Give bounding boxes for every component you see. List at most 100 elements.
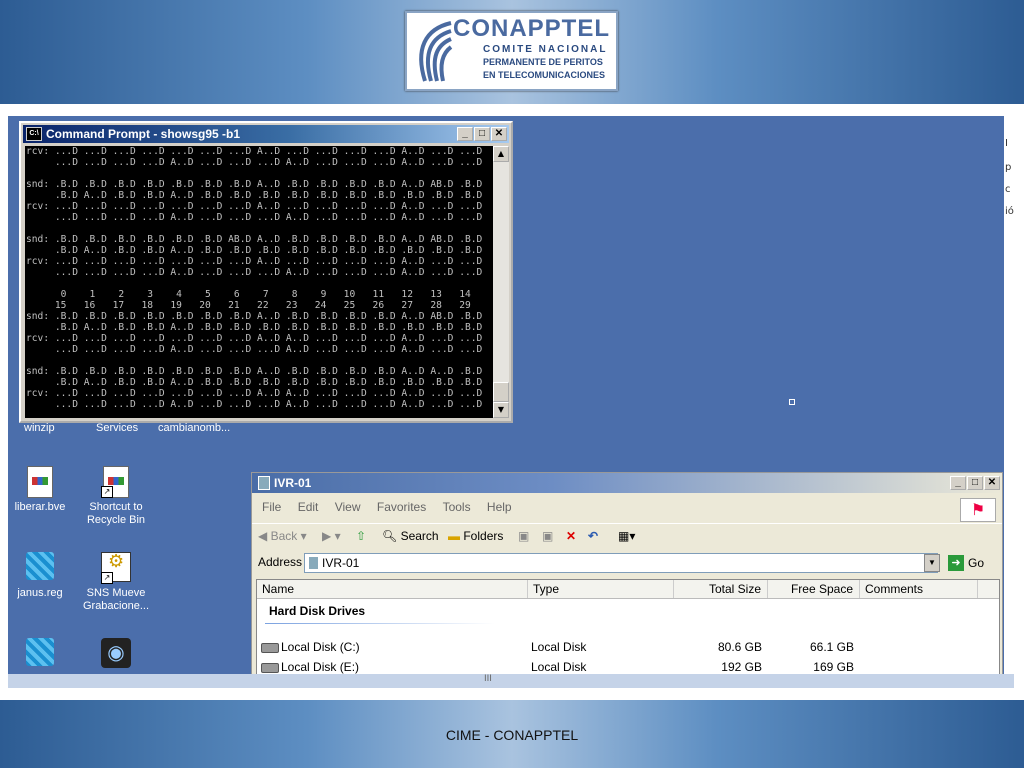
- minimize-button[interactable]: _: [457, 127, 473, 141]
- cmd-title-bar[interactable]: C:\ Command Prompt - showsg95 -b1 _ □ ✕: [23, 125, 509, 143]
- copy-to-icon[interactable]: ▣: [542, 527, 553, 545]
- menu-favorites[interactable]: Favorites: [377, 497, 426, 517]
- icon-label-line1: SNS Mueve: [86, 587, 146, 599]
- search-icon: 🔍︎: [382, 529, 398, 543]
- menu-bar: File Edit View Favorites Tools Help: [252, 497, 1002, 517]
- up-folder-icon[interactable]: ⇧: [356, 527, 366, 545]
- logo-title: CONAPPTEL: [453, 15, 611, 42]
- computer-icon: [309, 557, 318, 569]
- explorer-window[interactable]: IVR-01 _ □ ✕ File Edit View Favorites Tool…: [251, 472, 1003, 684]
- maximize-button[interactable]: □: [474, 127, 490, 141]
- go-button[interactable]: ➜ Go: [946, 553, 986, 573]
- desktop-cursor-mark: [789, 399, 795, 405]
- cmd-scrollbar[interactable]: ▲ ▼: [493, 146, 509, 418]
- drive-total-size: 80.6 GB: [717, 640, 762, 654]
- delete-icon[interactable]: ✕: [566, 527, 576, 545]
- list-header: Name Type Total Size Free Space Comments: [257, 580, 999, 599]
- desktop-icon-registry-2[interactable]: [8, 638, 80, 673]
- drive-name: Local Disk (C:): [281, 640, 360, 654]
- icon-label: liberar.bve: [14, 501, 66, 513]
- computer-icon: [258, 476, 270, 490]
- explorer-title-bar[interactable]: IVR-01 _ □ ✕: [252, 473, 1002, 493]
- command-prompt-window[interactable]: C:\ Command Prompt - showsg95 -b1 _ □ ✕ rcv…: [19, 121, 513, 423]
- views-icon[interactable]: ▦▾: [618, 527, 635, 545]
- drive-name: Local Disk (E:): [281, 660, 360, 674]
- logo-line-2: PERMANENTE DE PERITOS: [483, 57, 603, 67]
- registry-cube-icon: [25, 552, 55, 584]
- scroll-up-button[interactable]: ▲: [493, 146, 509, 162]
- folders-button[interactable]: ▬ Folders: [448, 527, 503, 545]
- menu-file[interactable]: File: [262, 497, 281, 517]
- shortcut-document-icon: ↗: [101, 466, 131, 498]
- logo-line-1: COMITE NACIONAL: [483, 44, 608, 55]
- logo-line-3: EN TELECOMUNICACIONES: [483, 70, 606, 80]
- horizontal-scrollbar[interactable]: III: [8, 674, 1014, 688]
- drive-list[interactable]: Name Type Total Size Free Space Comments…: [256, 579, 1000, 683]
- menu-edit[interactable]: Edit: [298, 497, 319, 517]
- group-divider: [265, 623, 495, 624]
- address-bar: Address IVR-01 ▼ ➜ Go: [252, 551, 1002, 575]
- explorer-window-controls: _ □ ✕: [949, 476, 1000, 490]
- cmd-window-controls: _ □ ✕: [456, 127, 507, 141]
- column-total-size[interactable]: Total Size: [674, 580, 768, 598]
- desktop-label-winzip[interactable]: winzip: [24, 422, 55, 434]
- column-free-space[interactable]: Free Space: [768, 580, 860, 598]
- go-label: Go: [968, 556, 985, 570]
- back-arrow-icon: ◀: [258, 529, 268, 543]
- forward-button[interactable]: ▶ ▾: [322, 527, 341, 545]
- search-button[interactable]: 🔍︎ Search: [382, 527, 439, 545]
- address-label: Address: [258, 555, 303, 569]
- search-label: Search: [400, 529, 439, 543]
- column-name[interactable]: Name: [257, 580, 528, 598]
- desktop-icon-liberar[interactable]: liberar.bve: [8, 466, 80, 514]
- scroll-down-button[interactable]: ▼: [493, 402, 509, 418]
- back-button[interactable]: ◀ Back ▾: [258, 527, 307, 545]
- column-type[interactable]: Type: [528, 580, 674, 598]
- back-label: Back: [270, 529, 298, 543]
- drive-type: Local Disk: [531, 640, 587, 654]
- footer-title: CIME - CONAPPTEL: [445, 727, 579, 743]
- menu-view[interactable]: View: [335, 497, 361, 517]
- cmd-output[interactable]: rcv: ...D ...D ...D ...D ...D ...D ...D …: [25, 146, 493, 418]
- windows-logo-icon: ⚑: [960, 498, 996, 522]
- icon-label-line1: Shortcut to: [89, 501, 143, 513]
- maximize-button[interactable]: □: [967, 476, 983, 490]
- address-value: IVR-01: [322, 556, 360, 570]
- icon-label-line2: Recycle Bin: [86, 514, 146, 526]
- eye-icon: ◉: [101, 638, 131, 670]
- desktop-screenshot: Ip c ió C:\ Command Prompt - showsg95 -b1 _…: [8, 116, 1014, 688]
- address-dropdown-button[interactable]: ▼: [924, 554, 940, 572]
- scroll-thumb[interactable]: [493, 382, 509, 402]
- explorer-title: IVR-01: [274, 476, 312, 490]
- hard-disk-icon: [261, 663, 279, 673]
- logo-swoosh-icon: [419, 21, 453, 82]
- move-to-icon[interactable]: ▣: [518, 527, 529, 545]
- cmd-title: Command Prompt - showsg95 -b1: [46, 127, 241, 141]
- tool-shortcut-icon: ↗: [101, 552, 131, 584]
- icon-label-line2: Grabacione...: [82, 600, 150, 612]
- minimize-button[interactable]: _: [950, 476, 966, 490]
- desktop-label-cambianombre[interactable]: cambianomb...: [158, 422, 230, 434]
- document-icon: [25, 466, 55, 498]
- scroll-grip-icon: III: [484, 674, 492, 684]
- address-input[interactable]: IVR-01: [304, 553, 938, 573]
- forward-arrow-icon: ▶: [322, 529, 332, 543]
- close-button[interactable]: ✕: [984, 476, 1000, 490]
- registry-cube-icon: [25, 638, 55, 670]
- cmd-output-text: rcv: ...D ...D ...D ...D ...D ...D ...D …: [26, 146, 483, 418]
- desktop-icon-recycle-shortcut[interactable]: ↗ Shortcut to Recycle Bin: [76, 466, 156, 527]
- folder-icon: ▬: [448, 529, 460, 543]
- close-button[interactable]: ✕: [491, 127, 507, 141]
- cmd-window-icon: C:\: [26, 127, 42, 141]
- group-heading: Hard Disk Drives: [269, 604, 366, 618]
- column-comments[interactable]: Comments: [860, 580, 978, 598]
- menu-help[interactable]: Help: [487, 497, 512, 517]
- go-arrow-icon: ➜: [948, 555, 964, 571]
- list-item[interactable]: Local Disk (C:) Local Disk 80.6 GB 66.1 …: [257, 638, 999, 656]
- desktop-icon-eye[interactable]: ◉: [76, 638, 156, 673]
- undo-icon[interactable]: ↶: [588, 527, 598, 545]
- menu-tools[interactable]: Tools: [443, 497, 471, 517]
- desktop-label-services[interactable]: Services: [96, 422, 138, 434]
- desktop-icon-sns-mueve[interactable]: ↗ SNS Mueve Grabacione...: [76, 552, 156, 613]
- desktop-icon-janus[interactable]: janus.reg: [8, 552, 80, 600]
